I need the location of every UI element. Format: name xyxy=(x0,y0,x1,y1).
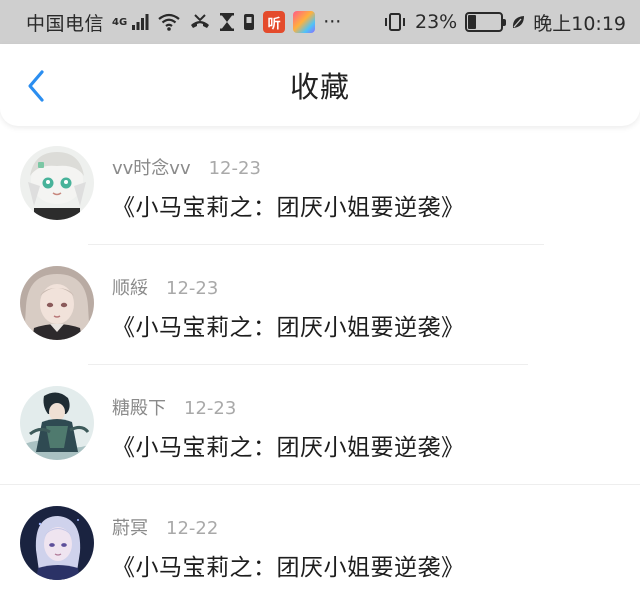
battery-icon xyxy=(465,12,507,32)
divider xyxy=(0,484,640,485)
item-meta: 糖殿下 12-23 xyxy=(112,394,236,420)
signal-icon xyxy=(131,11,149,33)
network-type-label: 4G xyxy=(112,16,128,28)
book-title[interactable]: 《小马宝莉之：团厌小姐要逆袭》 xyxy=(112,548,465,582)
page-title: 收藏 xyxy=(289,70,350,104)
carrier-label: 中国电信 xyxy=(26,12,105,35)
book-title[interactable]: 《小马宝莉之：团厌小姐要逆袭》 xyxy=(112,188,465,222)
avatar[interactable] xyxy=(20,506,94,580)
avatar[interactable] xyxy=(20,266,94,340)
nav-bar: 收藏 xyxy=(0,44,640,126)
date: 12-23 xyxy=(166,278,219,299)
status-bar: 中国电信 4G 听 ··· 23% 晚上10:19 xyxy=(0,0,640,44)
favorite-item[interactable]: vv时念vv 12-23 《小马宝莉之：团厌小姐要逆袭》 xyxy=(0,130,640,250)
missed-call-icon xyxy=(189,11,211,33)
status-left: 中国电信 4G 听 ··· xyxy=(26,9,341,36)
battery-level-fill xyxy=(468,15,476,29)
date: 12-22 xyxy=(166,518,219,539)
more-notifications-label: ··· xyxy=(323,11,342,33)
item-meta: 顺綏 12-23 xyxy=(112,274,218,300)
app-badge-red: 听 xyxy=(263,11,286,33)
vibrate-icon xyxy=(383,11,407,33)
date: 12-23 xyxy=(184,398,237,419)
favorite-item[interactable]: 蔚冥 12-22 《小马宝莉之：团厌小姐要逆袭》 xyxy=(0,490,640,603)
favorite-item[interactable]: 糖殿下 12-23 《小马宝莉之：团厌小姐要逆袭》 xyxy=(0,370,640,490)
wifi-icon xyxy=(157,11,181,33)
username[interactable]: 顺綏 xyxy=(112,274,148,300)
avatar[interactable] xyxy=(20,146,94,220)
divider xyxy=(88,364,528,365)
book-title[interactable]: 《小马宝莉之：团厌小姐要逆袭》 xyxy=(112,308,465,342)
sim-icon xyxy=(243,11,255,33)
item-meta: vv时念vv 12-23 xyxy=(112,154,261,180)
book-title[interactable]: 《小马宝莉之：团厌小姐要逆袭》 xyxy=(112,428,465,462)
status-right: 23% 晚上10:19 xyxy=(383,9,626,36)
username[interactable]: 蔚冥 xyxy=(112,514,148,540)
back-button[interactable] xyxy=(18,66,54,106)
favorites-list: vv时念vv 12-23 《小马宝莉之：团厌小姐要逆袭》 顺綏 12-23 《小… xyxy=(0,130,640,603)
hourglass-icon xyxy=(219,11,235,33)
leaf-icon xyxy=(511,11,525,33)
app-badge-multicolor xyxy=(293,11,316,33)
chevron-left-icon xyxy=(28,70,44,102)
date: 12-23 xyxy=(208,158,261,179)
avatar[interactable] xyxy=(20,386,94,460)
item-meta: 蔚冥 12-22 xyxy=(112,514,218,540)
divider xyxy=(88,244,544,245)
clock: 晚上10:19 xyxy=(533,12,626,35)
username[interactable]: 糖殿下 xyxy=(112,394,166,420)
battery-percent: 23% xyxy=(415,11,458,33)
favorite-item[interactable]: 顺綏 12-23 《小马宝莉之：团厌小姐要逆袭》 xyxy=(0,250,640,370)
username[interactable]: vv时念vv xyxy=(112,154,191,180)
